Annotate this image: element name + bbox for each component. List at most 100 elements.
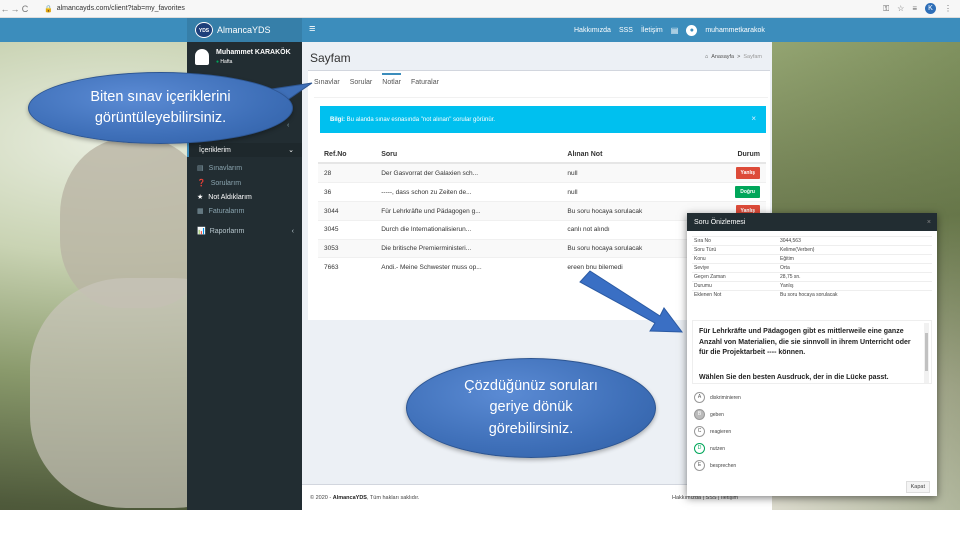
header-nav: Hakkımızda SSS İletişim ▤ ● muhammetkara… xyxy=(574,25,765,36)
cell-not: Bu soru hocaya sorulacak xyxy=(561,238,706,258)
answer-option[interactable]: Ebesprechen xyxy=(694,460,736,471)
answer-option[interactable]: Adiskriminieren xyxy=(694,392,741,403)
address-bar[interactable]: 🔒 almancayds.com/client?tab=my_favorites xyxy=(44,5,185,13)
footer-brand[interactable]: AlmancaYDS xyxy=(333,495,367,501)
option-text: diskriminieren xyxy=(710,394,741,401)
tab-sorular[interactable]: Sorular xyxy=(350,79,373,92)
callout-bottom-text: Çözdüğünüz soruları geriye dönük görebil… xyxy=(464,378,598,437)
avatar xyxy=(195,49,209,65)
cell-not: null xyxy=(561,182,706,202)
chevron-down-icon: ⌄ xyxy=(288,147,294,154)
chevron-left-icon: ‹ xyxy=(291,227,294,235)
sidebar-item-faturalarim[interactable]: ▦ Faturalarım xyxy=(197,207,245,216)
sidebar-item-label: Faturalarım xyxy=(208,207,245,215)
sidebar-item-label: Sorularım xyxy=(210,179,242,187)
nav-link-about[interactable]: Hakkımızda xyxy=(574,27,611,34)
sidebar-item-label: İçeriklerim xyxy=(199,146,231,154)
printer-icon[interactable]: ▤ xyxy=(671,26,679,35)
browser-menu-icon[interactable]: ⋮ xyxy=(944,4,952,13)
detail-label: Eklenen Not xyxy=(692,290,778,300)
header-username[interactable]: muhammetkarakok xyxy=(705,27,765,34)
forward-icon[interactable]: → xyxy=(10,4,20,14)
browser-actions: ⚿ ☆ ≡ K ⋮ xyxy=(883,3,960,14)
detail-label: Konu xyxy=(692,254,778,264)
column-header-durum[interactable]: Durum xyxy=(705,147,766,164)
column-header-not[interactable]: Alınan Not xyxy=(561,147,706,164)
chart-icon: 📊 xyxy=(197,228,206,235)
close-icon[interactable]: × xyxy=(927,219,937,226)
brand-logo: YDS xyxy=(195,22,213,38)
question-text: Für Lehrkräfte und Pädagogen gibt es mit… xyxy=(699,328,911,356)
option-text: besprechen xyxy=(710,462,737,469)
sidebar-item-sinavlarim[interactable]: ▤ Sınavlarım xyxy=(197,164,243,173)
close-icon[interactable]: × xyxy=(751,114,756,123)
breadcrumb: ⌂ Anasayfa > Sayfam xyxy=(705,54,762,60)
cell-not: Bu soru hocaya sorulacak xyxy=(561,201,706,221)
sidebar-item-not-aldiklarim[interactable]: ★ Not Aldıklarım xyxy=(197,193,252,202)
back-icon[interactable]: ← xyxy=(0,4,10,14)
user-status-label: Hafta xyxy=(220,59,233,65)
detail-label: Geçen Zaman xyxy=(692,272,778,282)
profile-avatar[interactable]: K xyxy=(925,3,936,14)
detail-row: Geçen Zaman 28,75 sn. xyxy=(692,272,932,282)
sidebar-item-label: Not Aldıklarım xyxy=(208,193,252,201)
home-icon: ⌂ xyxy=(704,54,709,60)
table-row[interactable]: 28 Der Gasvorrat der Galaxien sch... null Y… xyxy=(318,162,766,183)
question-box[interactable]: Für Lehrkräfte und Pädagogen gibt es mit… xyxy=(692,320,932,384)
page-title: Sayfam xyxy=(310,51,351,65)
tab-notlar[interactable]: Notlar xyxy=(382,73,401,92)
key-icon[interactable]: ⚿ xyxy=(883,4,889,14)
cell-ref: 3044 xyxy=(318,201,376,221)
close-button[interactable]: Kapat xyxy=(905,481,930,493)
option-text: nutzen xyxy=(710,445,726,452)
extension-icon[interactable]: ≡ xyxy=(912,4,917,13)
question-preview-modal: Soru Önizlemesi × Sıra No 3044,563 Soru Tü… xyxy=(687,213,937,496)
cell-soru: Für Lehrkräfte und Pädagogen g... xyxy=(375,201,562,221)
option-letter: E xyxy=(694,460,705,471)
question-icon: ❓ xyxy=(197,180,206,187)
cell-not: canlı not alındı xyxy=(561,220,706,240)
answer-option[interactable]: Bgeben xyxy=(694,409,724,420)
column-header-ref[interactable]: Ref.No xyxy=(318,147,376,164)
detail-value: Yanlış xyxy=(778,281,932,291)
nav-link-faq[interactable]: SSS xyxy=(619,27,633,34)
scrollbar-thumb[interactable] xyxy=(925,333,928,371)
footer-copyright: © 2020 - xyxy=(310,494,332,501)
browser-toolbar: ← → C 🔒 almancayds.com/client?tab=my_fav… xyxy=(0,0,960,18)
answer-option[interactable]: Dnutzen xyxy=(694,443,725,454)
nav-link-contact[interactable]: İletişim xyxy=(641,27,663,34)
user-icon[interactable]: ● xyxy=(686,25,698,36)
tab-faturalar[interactable]: Faturalar xyxy=(411,79,439,92)
detail-label: Seviye xyxy=(692,263,778,273)
chevron-left-icon[interactable]: ‹ xyxy=(287,122,289,129)
detail-value: Eğitim xyxy=(778,254,932,264)
table-row[interactable]: 36 -----, dass schon zu Zeiten de... null D… xyxy=(318,182,766,202)
tab-sinavlar[interactable]: Sınavlar xyxy=(314,79,340,92)
reload-icon[interactable]: C xyxy=(20,4,30,14)
scrollbar[interactable] xyxy=(924,323,929,383)
user-status: ● Hafta xyxy=(216,59,291,65)
sidebar-item-icerikler[interactable]: İçeriklerim ⌄ xyxy=(187,143,302,157)
sidebar-item-raporlarim[interactable]: 📊 Raporlarım ‹ xyxy=(187,224,302,238)
brand[interactable]: YDS AlmancaYDS xyxy=(187,18,302,42)
sidebar-item-label: Raporlarım xyxy=(209,227,245,235)
cell-durum: Doğru xyxy=(705,182,766,202)
brand-name: AlmancaYDS xyxy=(217,25,271,35)
column-header-soru[interactable]: Soru xyxy=(375,147,562,164)
detail-value: 3044,563 xyxy=(778,236,932,246)
option-letter: D xyxy=(694,443,705,454)
tab-bar: Sınavlar Sorular Notlar Faturalar xyxy=(314,73,439,92)
breadcrumb-separator: > xyxy=(737,54,741,60)
star-bookmark-icon[interactable]: ☆ xyxy=(897,4,904,13)
detail-value: Kelime(Verben) xyxy=(778,245,932,255)
sidebar-item-label: Sınavlarım xyxy=(208,164,243,172)
breadcrumb-home[interactable]: Anasayfa xyxy=(711,54,734,60)
sidebar-toggle-icon[interactable]: ≡ xyxy=(309,23,315,35)
detail-value: Bu soru hocaya sorulacak xyxy=(778,290,932,300)
detail-label: Soru Türü xyxy=(692,245,778,255)
breadcrumb-current: Sayfam xyxy=(743,54,762,60)
sidebar-item-sorularim[interactable]: ❓ Sorularım xyxy=(197,179,242,188)
status-badge: Yanlış xyxy=(735,167,760,179)
star-icon: ★ xyxy=(197,194,204,201)
answer-option[interactable]: Creagieren xyxy=(694,426,731,437)
